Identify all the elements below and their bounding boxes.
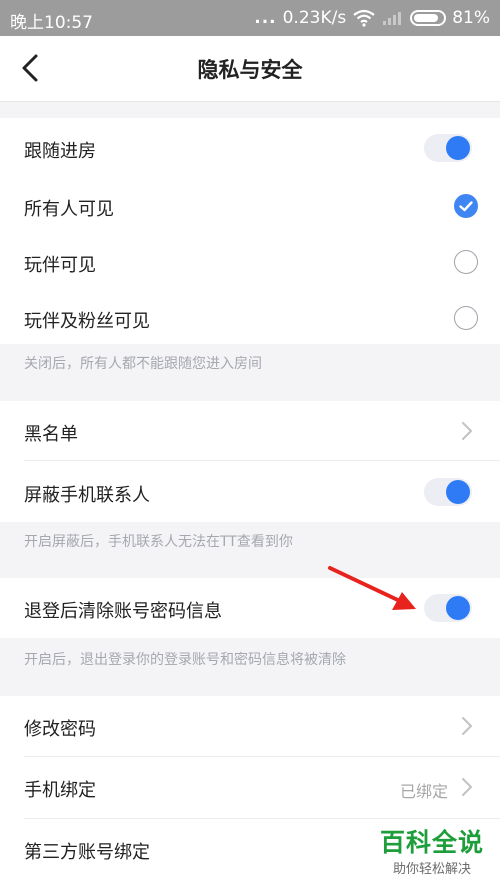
block-contacts-note: 开启屏蔽后，手机联系人无法在TT查看到你 [24, 534, 293, 550]
battery-level: 81% [452, 8, 490, 28]
watermark-main-text: 百科全说 [379, 828, 484, 857]
option-playmates-label: 玩伴可见 [24, 255, 96, 276]
option-everyone-radio[interactable] [454, 194, 478, 218]
option-playmates-radio[interactable] [454, 250, 478, 274]
phone-binding-status: 已绑定 [399, 782, 448, 801]
block-contacts-toggle[interactable] [424, 478, 472, 506]
status-bar: 晚上10:57 ... 0.23K/s 81% [0, 0, 500, 36]
status-dots: ... [254, 8, 277, 28]
phone-binding-label: 手机绑定 [24, 780, 96, 801]
watermark-sub-text: 助你轻松解决 [392, 862, 471, 877]
clear-on-logout-toggle[interactable] [424, 594, 472, 622]
follow-room-toggle[interactable] [424, 134, 472, 162]
clear-on-logout-note: 开启后，退出登录你的登录账号和密码信息将被清除 [24, 652, 346, 668]
option-playmates-fans-radio[interactable] [454, 306, 478, 330]
blacklist-chevron-icon[interactable] [460, 420, 474, 442]
change-password-chevron-icon[interactable] [460, 715, 474, 737]
divider [24, 756, 500, 757]
divider [24, 460, 500, 461]
toggle-knob [446, 480, 470, 504]
third-party-binding-label: 第三方账号绑定 [24, 842, 150, 863]
annotation-arrow-icon [328, 566, 416, 610]
watermark-logo: 百科全说 助你轻松解决 [372, 828, 492, 877]
status-right: ... 0.23K/s 81% [254, 8, 490, 28]
wifi-icon [353, 9, 375, 27]
option-everyone-label: 所有人可见 [24, 199, 114, 220]
block-contacts-label: 屏蔽手机联系人 [24, 485, 150, 506]
signal-icon [383, 12, 402, 25]
page-title: 隐私与安全 [197, 58, 303, 82]
logout-group: 退登后清除账号密码信息 [0, 578, 500, 638]
battery-icon [410, 10, 447, 26]
checkmark-icon [459, 201, 473, 212]
follow-note: 关闭后，所有人都不能跟随您进入房间 [24, 356, 262, 372]
blacklist-label: 黑名单 [24, 424, 78, 445]
divider [24, 818, 500, 819]
toggle-knob [446, 596, 470, 620]
status-time: 晚上10:57 [10, 13, 93, 33]
nav-header: 隐私与安全 [0, 36, 500, 102]
clear-on-logout-label: 退登后清除账号密码信息 [24, 601, 222, 622]
change-password-label: 修改密码 [24, 719, 96, 740]
phone-binding-chevron-icon[interactable] [460, 776, 474, 798]
network-speed: 0.23K/s [282, 8, 347, 28]
privacy-group: 黑名单 屏蔽手机联系人 [0, 401, 500, 522]
follow-room-label: 跟随进房 [24, 141, 96, 162]
option-playmates-fans-label: 玩伴及粉丝可见 [24, 311, 150, 332]
follow-settings-group: 跟随进房 所有人可见 玩伴可见 玩伴及粉丝可见 [0, 118, 500, 344]
toggle-knob [446, 136, 470, 160]
